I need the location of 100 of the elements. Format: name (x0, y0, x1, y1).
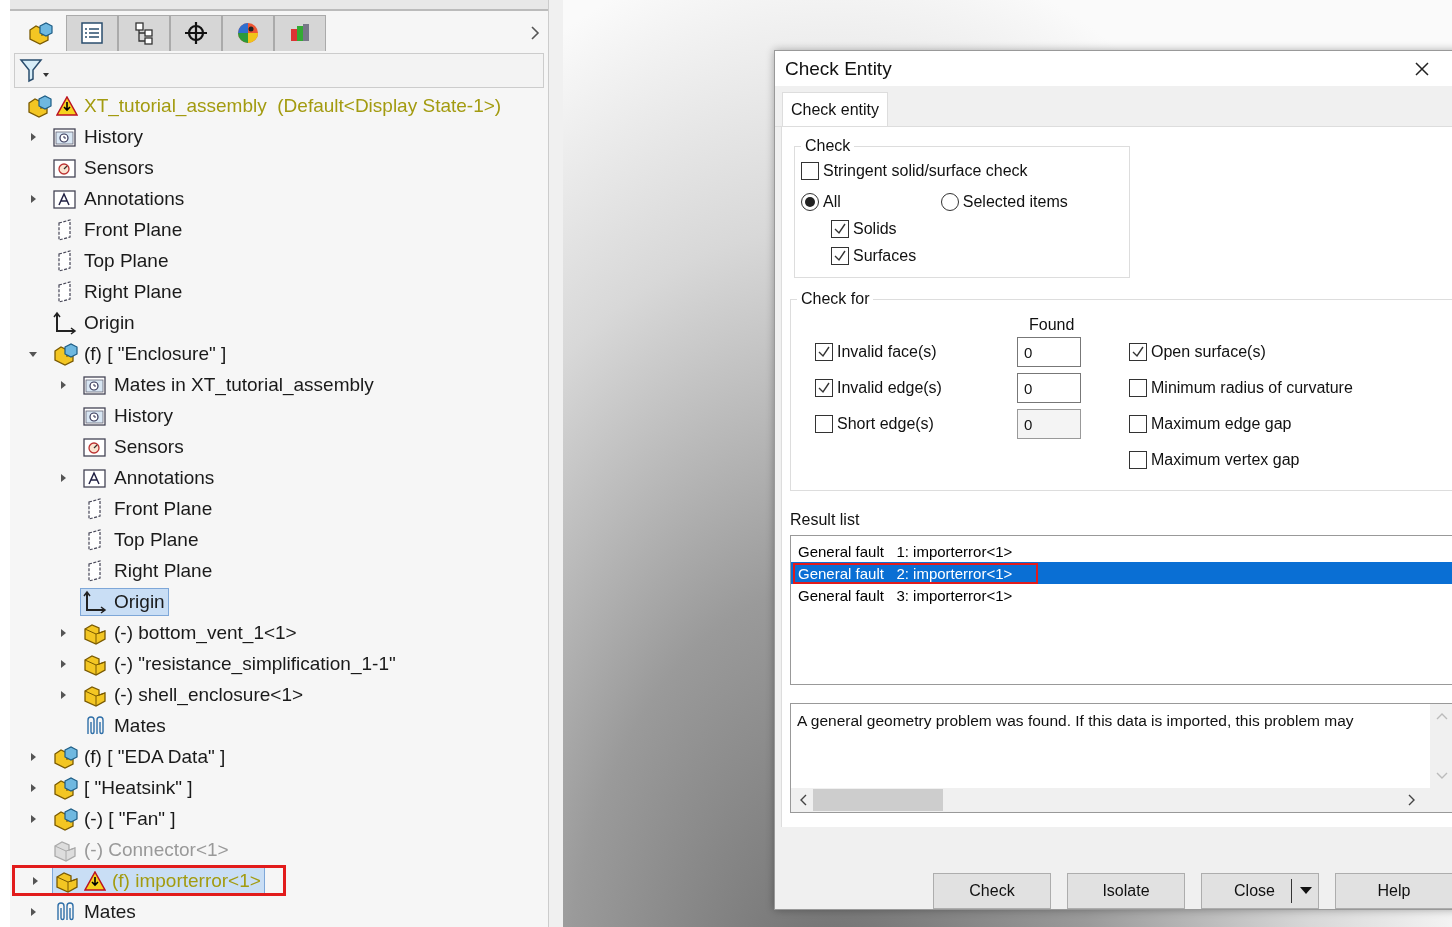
checkbox[interactable] (815, 343, 833, 361)
expand-arrow-icon[interactable] (58, 627, 68, 638)
scroll-left-icon[interactable] (799, 794, 807, 806)
expand-arrow-icon[interactable] (58, 689, 68, 700)
expand-arrow-icon[interactable] (58, 379, 68, 390)
result-list-item[interactable]: General fault 3: importerror<1> (791, 584, 1452, 606)
tree-item[interactable]: Top Plane (80, 525, 203, 554)
tree-item-label: History (84, 125, 144, 148)
dialog-button[interactable]: Check (933, 873, 1051, 909)
filter-icon[interactable] (19, 57, 49, 84)
tree-item[interactable]: (-) bottom_vent_1<1> (80, 618, 301, 647)
tree-item[interactable]: Sensors (50, 153, 158, 182)
tree-item-label: (-) "resistance_simplification_1-1" (114, 652, 396, 675)
tree-item-label: Origin (114, 590, 165, 613)
result-list-item[interactable]: General fault 1: importerror<1> (791, 540, 1452, 562)
tree-item[interactable]: Mates in XT_tutorial_assembly (80, 370, 378, 399)
tree-item-label: (-) Connector<1> (84, 838, 229, 861)
tree-item[interactable]: Top Plane (50, 246, 173, 275)
expand-arrow-icon[interactable] (58, 658, 68, 669)
tree-item[interactable]: History (50, 122, 148, 151)
checkbox[interactable] (1129, 379, 1147, 397)
list-icon (80, 21, 104, 46)
tree-item-label: Origin (84, 311, 135, 334)
origin-axes-icon (82, 589, 108, 614)
tree-item-label: (-) [ "Fan" ] (84, 807, 176, 830)
checkbox-label: Solids (853, 219, 897, 238)
color-ball-icon (236, 21, 260, 46)
group-title: Check (804, 137, 852, 155)
tree-item[interactable]: (f) [ "EDA Data" ] (50, 742, 230, 771)
checkbox-label: Short edge(s) (837, 415, 934, 433)
tree-item[interactable]: Right Plane (50, 277, 187, 306)
tree-item-label: Front Plane (84, 218, 183, 241)
checkbox[interactable] (1129, 451, 1147, 469)
checkbox[interactable] (1129, 343, 1147, 361)
tree-item[interactable]: Sensors (80, 432, 188, 461)
tree-item-label: Mates (114, 714, 166, 737)
checkbox[interactable] (801, 161, 819, 180)
tree-item-label: Sensors (114, 435, 184, 458)
horizontal-scrollbar[interactable] (791, 788, 1452, 812)
dialog-tab[interactable]: Check entity (782, 92, 889, 126)
assembly-icon (52, 341, 78, 366)
checkbox[interactable] (831, 246, 849, 265)
tree-item-label: (-) bottom_vent_1<1> (114, 621, 297, 644)
column-header: Found (1029, 316, 1075, 334)
result-list-item[interactable]: General fault 2: importerror<1> (791, 562, 1452, 584)
expand-arrow-icon[interactable] (28, 193, 38, 204)
dialog-button[interactable]: Isolate (1067, 873, 1185, 909)
tree-item[interactable]: Origin (80, 587, 169, 616)
tree-item[interactable]: History (80, 401, 178, 430)
expand-arrow-icon[interactable] (28, 751, 38, 762)
tree-item-label: XT_tutorial_assembly (Default<Display State-1>) (84, 94, 502, 117)
checkbox-label: Invalid face(s) (837, 343, 937, 361)
tree-item[interactable]: Annotations (80, 463, 219, 492)
expand-arrow-icon[interactable] (28, 906, 38, 917)
chevron-right-icon[interactable] (530, 24, 540, 41)
checkbox-label: Invalid edge(s) (837, 379, 942, 397)
tree-item[interactable]: Annotations (50, 184, 189, 213)
checkbox-label: Maximum vertex gap (1151, 451, 1300, 469)
tree-item[interactable]: (-) "resistance_simplification_1-1" (80, 649, 400, 678)
scroll-right-icon[interactable] (1408, 794, 1416, 806)
tree-item-label: Top Plane (84, 249, 169, 272)
expand-arrow-icon[interactable] (58, 472, 68, 483)
tree-item[interactable]: Mates (80, 711, 170, 740)
checkbox-label: Minimum radius of curvature (1151, 379, 1353, 397)
caret-icon[interactable] (1300, 887, 1312, 895)
tree-item-label: Annotations (84, 187, 185, 210)
checkbox[interactable] (815, 415, 833, 433)
tree-item[interactable]: (-) [ "Fan" ] (50, 804, 180, 833)
expand-arrow-icon[interactable] (30, 875, 40, 886)
close-icon[interactable] (1414, 60, 1430, 77)
radio-label: Selected items (962, 192, 1068, 211)
tree-item-label: [ "Heatsink" ] (84, 776, 193, 799)
tree-item[interactable]: [ "Heatsink" ] (50, 773, 197, 802)
tree-item-label: (f) [ "EDA Data" ] (84, 745, 226, 768)
checkbox[interactable] (815, 379, 833, 397)
expand-arrow-icon[interactable] (28, 782, 38, 793)
crosshair-icon (184, 21, 208, 46)
checkbox[interactable] (1129, 415, 1147, 433)
warning-icon (56, 95, 78, 116)
tree-item[interactable]: (f) [ "Enclosure" ] (50, 339, 231, 368)
radio-button[interactable] (940, 192, 959, 211)
tree-item[interactable]: Origin (50, 308, 139, 337)
close-button[interactable]: Close (1201, 873, 1319, 909)
tree-item-label: (f) [ "Enclosure" ] (84, 342, 227, 365)
tree-item-label: Mates in XT_tutorial_assembly (114, 373, 374, 396)
panel-tab[interactable] (170, 14, 222, 51)
expand-arrow-icon[interactable] (28, 813, 38, 824)
tree-item[interactable]: Right Plane (80, 556, 217, 585)
checkbox[interactable] (831, 219, 849, 238)
expand-arrow-icon[interactable] (28, 131, 38, 142)
assembly-icon (27, 21, 53, 46)
tree-item-label: Top Plane (114, 528, 199, 551)
dialog-button[interactable]: Help (1335, 873, 1452, 909)
tree-item[interactable]: Mates (50, 897, 140, 926)
found-count-field: 0 (1017, 337, 1081, 367)
tree-item[interactable]: Front Plane (50, 215, 187, 244)
tree-item-label: Annotations (114, 466, 215, 489)
radio-button[interactable] (801, 192, 819, 211)
tree-item[interactable]: (-) shell_enclosure<1> (80, 680, 308, 709)
tree-item[interactable]: Front Plane (80, 494, 217, 523)
